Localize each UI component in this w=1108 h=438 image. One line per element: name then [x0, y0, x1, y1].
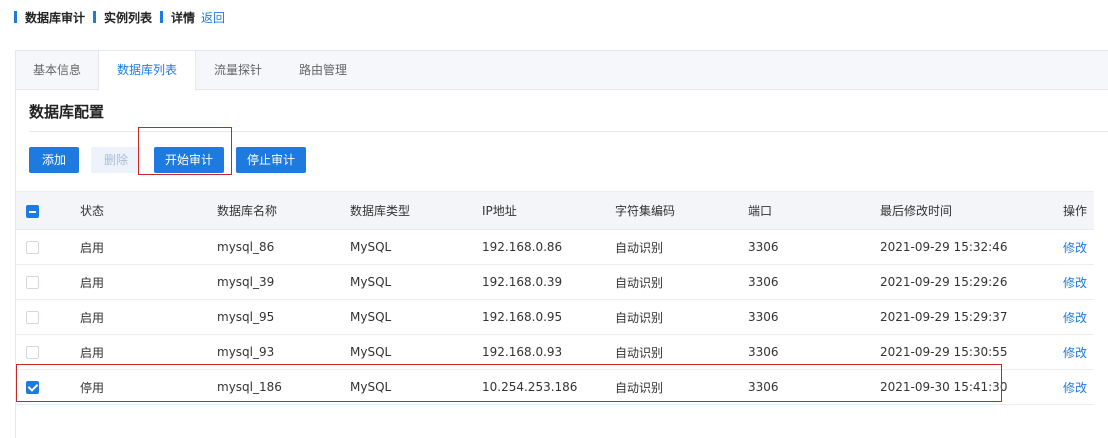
section-divider [29, 131, 1108, 132]
row-checkbox[interactable] [26, 241, 39, 254]
breadcrumb-separator [160, 11, 164, 23]
cell-name: mysql_186 [217, 380, 282, 394]
tab-route-management[interactable]: 路由管理 [280, 51, 366, 90]
section-title: 数据库配置 [29, 103, 105, 121]
cell-charset: 自动识别 [615, 275, 664, 290]
cell-ip: 192.168.0.95 [482, 310, 563, 324]
cell-modified: 2021-09-29 15:29:26 [880, 275, 1008, 289]
column-header-modified: 最后修改时间 [880, 204, 953, 218]
tab-bar: 基本信息 数据库列表 流量探针 路由管理 [16, 51, 1108, 91]
cell-type: MySQL [350, 345, 392, 359]
edit-link[interactable]: 修改 [1063, 344, 1087, 361]
row-checkbox[interactable] [26, 311, 39, 324]
cell-port: 3306 [748, 275, 779, 289]
cell-status: 停用 [80, 380, 105, 395]
row-checkbox[interactable] [26, 346, 39, 359]
cell-status: 启用 [80, 240, 105, 255]
column-header-port: 端口 [748, 204, 773, 218]
breadcrumb-item-instances[interactable]: 实例列表 [104, 9, 152, 26]
start-audit-button[interactable]: 开始审计 [154, 147, 224, 173]
cell-name: mysql_95 [217, 310, 275, 324]
breadcrumb: 数据库审计 实例列表 详情 返回 [14, 9, 225, 25]
cell-port: 3306 [748, 380, 779, 394]
cell-status: 启用 [80, 310, 105, 325]
cell-charset: 自动识别 [615, 310, 664, 325]
edit-link[interactable]: 修改 [1063, 239, 1087, 256]
table-row: 停用 mysql_186 MySQL 10.254.253.186 自动识别 3… [16, 370, 1094, 405]
cell-ip: 10.254.253.186 [482, 380, 578, 394]
table-header: 状态 数据库名称 数据库类型 IP地址 字符集编码 端口 最后修改时间 操作 [16, 191, 1094, 230]
breadcrumb-item-detail: 详情 [171, 10, 196, 25]
cell-charset: 自动识别 [615, 345, 664, 360]
cell-port: 3306 [748, 310, 779, 324]
cell-charset: 自动识别 [615, 380, 664, 395]
column-header-charset: 字符集编码 [615, 204, 676, 218]
cell-port: 3306 [748, 240, 779, 254]
cell-ip: 192.168.0.93 [482, 345, 563, 359]
table-row: 启用 mysql_39 MySQL 192.168.0.39 自动识别 3306… [16, 265, 1094, 300]
cell-ip: 192.168.0.39 [482, 275, 563, 289]
cell-status: 启用 [80, 275, 105, 290]
column-header-name: 数据库名称 [217, 204, 278, 218]
table-row: 启用 mysql_86 MySQL 192.168.0.86 自动识别 3306… [16, 230, 1094, 265]
breadcrumb-item-audit[interactable]: 数据库审计 [25, 9, 85, 26]
delete-button[interactable]: 删除 [91, 147, 141, 173]
add-button[interactable]: 添加 [29, 147, 79, 173]
cell-name: mysql_93 [217, 345, 275, 359]
column-header-status: 状态 [80, 204, 105, 218]
stop-audit-button[interactable]: 停止审计 [236, 147, 306, 173]
column-header-action: 操作 [1063, 204, 1088, 218]
row-checkbox[interactable] [26, 381, 39, 394]
breadcrumb-separator [93, 11, 97, 23]
cell-name: mysql_86 [217, 240, 275, 254]
cell-ip: 192.168.0.86 [482, 240, 563, 254]
edit-link[interactable]: 修改 [1063, 274, 1087, 291]
table-row: 启用 mysql_93 MySQL 192.168.0.93 自动识别 3306… [16, 335, 1094, 370]
back-link[interactable]: 返回 [201, 9, 225, 26]
column-header-ip: IP地址 [482, 204, 517, 218]
cell-charset: 自动识别 [615, 240, 664, 255]
breadcrumb-marker [14, 11, 17, 23]
edit-link[interactable]: 修改 [1063, 309, 1087, 326]
select-all-checkbox[interactable] [26, 205, 39, 218]
cell-modified: 2021-09-29 15:29:37 [880, 310, 1008, 324]
tab-database-list[interactable]: 数据库列表 [98, 51, 196, 91]
cell-type: MySQL [350, 240, 392, 254]
cell-modified: 2021-09-29 15:32:46 [880, 240, 1008, 254]
tab-traffic-probe[interactable]: 流量探针 [196, 51, 280, 90]
cell-status: 启用 [80, 345, 105, 360]
cell-type: MySQL [350, 310, 392, 324]
tab-basic-info[interactable]: 基本信息 [16, 51, 98, 90]
row-checkbox[interactable] [26, 276, 39, 289]
cell-modified: 2021-09-29 15:30:55 [880, 345, 1008, 359]
cell-type: MySQL [350, 380, 392, 394]
table-row: 启用 mysql_95 MySQL 192.168.0.95 自动识别 3306… [16, 300, 1094, 335]
cell-type: MySQL [350, 275, 392, 289]
column-header-type: 数据库类型 [350, 204, 411, 218]
edit-link[interactable]: 修改 [1063, 379, 1087, 396]
cell-modified: 2021-09-30 15:41:30 [880, 380, 1008, 394]
cell-port: 3306 [748, 345, 779, 359]
cell-name: mysql_39 [217, 275, 275, 289]
detail-panel: 基本信息 数据库列表 流量探针 路由管理 数据库配置 添加 删除 开始审计 停止… [15, 50, 1108, 438]
